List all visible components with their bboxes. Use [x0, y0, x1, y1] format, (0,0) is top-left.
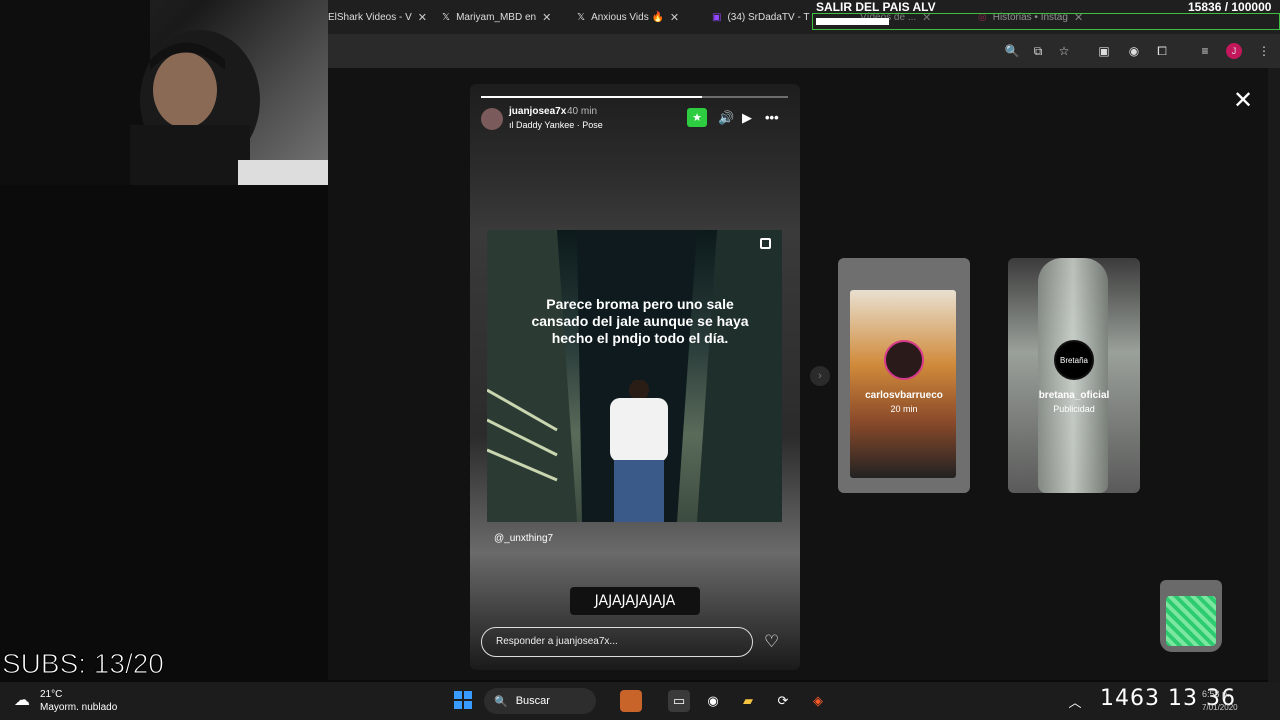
volume-icon[interactable]: 🔊 [718, 110, 734, 126]
puzzle-icon[interactable]: ⧠ [1154, 43, 1170, 59]
x-logo-icon: 𝕏 [577, 11, 586, 23]
song-label: Daddy Yankee · Pose [516, 120, 603, 130]
task-view-icon[interactable]: ▭ [668, 690, 690, 712]
search-icon: 🔍 [494, 695, 508, 708]
thumbnail-preview-image [850, 290, 956, 478]
close-tab-icon[interactable]: ✕ [418, 11, 427, 24]
tab-anxious[interactable]: 𝕏 Anxious Vids 🔥 ✕ [577, 6, 693, 28]
tab-mariyam[interactable]: 𝕏 Mariyam_MBD en ✕ [442, 6, 560, 28]
close-viewer-icon[interactable]: ✕ [1233, 86, 1253, 115]
thumbnail-time: 20 min [890, 404, 918, 414]
subs-counter: SUBS: 13/20 [2, 648, 165, 680]
bookmark-star-icon[interactable]: ☆ [1056, 43, 1072, 59]
windows-start-icon[interactable] [454, 691, 472, 709]
post-caption-text: Parece broma pero uno sale cansado del j… [531, 296, 749, 346]
taskbar-app-icon[interactable] [620, 690, 642, 712]
play-icon[interactable]: ▶ [742, 110, 752, 126]
text-sticker: JAJAJAJAJAJA [570, 587, 700, 615]
tab-elshark[interactable]: ElShark Videos - V ✕ [328, 6, 428, 28]
reply-input[interactable]: Responder a juanjosea7x... [481, 627, 753, 657]
x-logo-icon: 𝕏 [442, 11, 451, 23]
next-story-thumbnail-2[interactable]: Bretaña bretana_oficial Publicidad [1008, 258, 1140, 493]
music-bars-icon: ıl [509, 120, 514, 130]
story-time: 40 min [567, 106, 598, 117]
taskbar-clock[interactable]: 6:58 p. [1202, 689, 1230, 699]
cloud-weather-icon[interactable]: ☁ [14, 690, 30, 710]
next-story-arrow-icon[interactable]: › [810, 366, 830, 386]
goal-count: 15836 / 100000 [1188, 0, 1272, 14]
weather-condition[interactable]: Mayorm. nublado [40, 702, 117, 713]
close-tab-icon[interactable]: ✕ [542, 11, 551, 24]
tray-chevron-icon[interactable]: ︿ [1064, 690, 1086, 712]
webcam-person-image [0, 0, 328, 185]
search-label: Buscar [515, 695, 550, 707]
taskbar-search[interactable]: 🔍 Buscar [484, 688, 596, 714]
extension-icon-2[interactable]: ◉ [1126, 43, 1142, 59]
taskbar-date[interactable]: 7/01/2020 [1202, 703, 1238, 712]
tab-label: (34) SrDadaTV - T [727, 11, 810, 23]
media-control-icon[interactable]: ≡ [1197, 43, 1213, 59]
character-figure [610, 380, 668, 522]
mention-tag[interactable]: @_unxthing7 [494, 533, 553, 544]
trash-can-fill [1166, 596, 1216, 646]
profile-avatar-icon[interactable]: J [1226, 43, 1242, 59]
app-icon[interactable]: ⟳ [772, 690, 794, 712]
story-avatar[interactable] [481, 108, 503, 130]
file-explorer-icon[interactable]: ▰ [737, 690, 759, 712]
tab-label: ElShark Videos - V [328, 11, 412, 23]
tab-label: Anxious Vids 🔥 [591, 11, 664, 23]
tab-label: Mariyam_MBD en [456, 11, 537, 23]
story-username[interactable]: juanjosea7x [509, 106, 566, 117]
menu-icon[interactable]: ⋮ [1256, 43, 1272, 59]
copy-icon [760, 238, 771, 249]
chrome-icon[interactable]: ◉ [702, 690, 724, 712]
close-tab-icon[interactable]: ✕ [670, 11, 679, 24]
thumbnail-avatar [884, 340, 924, 380]
close-friends-star-icon: ★ [687, 108, 707, 127]
thumbnail-username: bretana_oficial [1038, 390, 1110, 401]
zoom-icon[interactable]: 🔍 [1004, 43, 1020, 59]
next-story-thumbnail-1[interactable]: carlosvbarrueco 20 min [838, 258, 970, 493]
story-song[interactable]: ıl Daddy Yankee · Pose [509, 120, 603, 130]
webcam-feed [0, 0, 328, 185]
weather-temperature[interactable]: 21°C [40, 689, 62, 700]
more-options-icon[interactable]: ••• [765, 110, 779, 125]
extension-icon[interactable]: ▣ [1096, 43, 1112, 59]
goal-bar-fill [816, 18, 889, 25]
goal-title: SALIR DEL PAIS ALV [816, 0, 936, 14]
twitch-icon: ▣ [712, 11, 722, 23]
scrollbar[interactable] [1268, 68, 1280, 682]
brand-logo: Bretaña [1054, 340, 1094, 380]
brave-icon[interactable]: ◈ [807, 690, 829, 712]
thumbnail-username: carlosvbarrueco [865, 390, 943, 401]
like-heart-icon[interactable]: ♡ [764, 632, 779, 652]
tab-srdadatv[interactable]: ▣ (34) SrDadaTV - T [712, 6, 812, 28]
story-progress-fill [481, 96, 703, 98]
install-app-icon[interactable]: ⧉ [1030, 43, 1046, 59]
thumbnail-sponsored-label: Publicidad [1053, 404, 1095, 414]
